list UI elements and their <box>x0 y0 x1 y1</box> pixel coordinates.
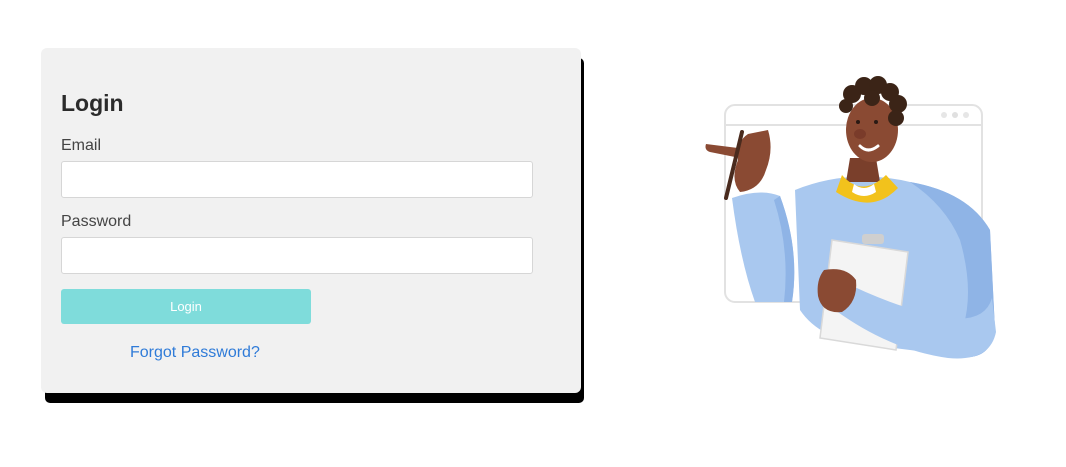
login-button[interactable]: Login <box>61 289 311 324</box>
login-title: Login <box>61 90 124 116</box>
person-pointing-illustration-graphic <box>705 76 996 359</box>
login-card: Login Email Password Login Forgot Passwo… <box>41 48 581 393</box>
email-label: Email <box>61 137 102 154</box>
forgot-password-link[interactable]: Forgot Password? <box>130 344 260 362</box>
password-input[interactable] <box>61 237 533 274</box>
email-input[interactable] <box>61 161 533 198</box>
person-pointing-illustration <box>700 70 1005 370</box>
password-label: Password <box>61 213 132 230</box>
